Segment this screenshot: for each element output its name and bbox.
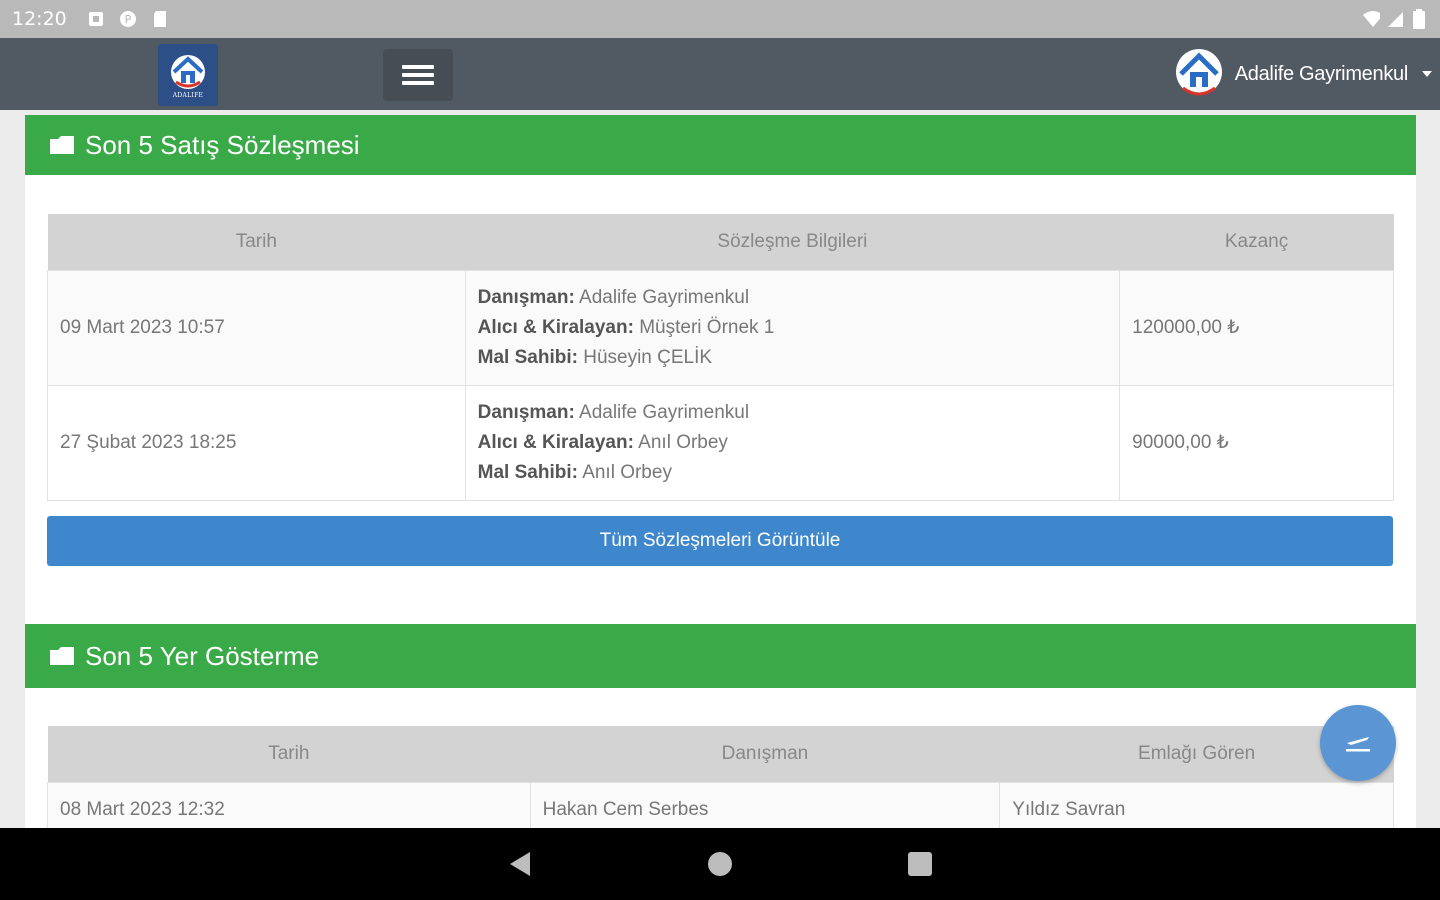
sales-table: Tarih Sözleşme Bilgileri Kazanç 09 Mart … [47,214,1394,501]
navigation-bar [0,828,1440,900]
buyer-value: Anıl Orbey [638,431,728,453]
house-logo-icon [171,54,205,89]
row-advisor: Hakan Cem Serbes [529,781,1001,828]
wifi-icon [1362,10,1380,28]
showings-panel: Son 5 Yer Gösterme Tarih Danışman Emlağı… [25,624,1416,828]
column-header-date: Tarih [47,214,466,270]
status-time: 12:20 [12,8,67,30]
floating-action-button[interactable] [1320,705,1396,781]
logo[interactable]: ADALIFE [158,44,218,106]
recents-square-icon [908,852,932,876]
battery-icon [1410,9,1428,29]
advisor-value: Adalife Gayrimenkul [579,401,750,423]
buyer-value: Müşteri Örnek 1 [639,316,775,338]
owner-value: Hüseyin ÇELİK [583,346,713,368]
main-content: Son 5 Satış Sözleşmesi Tarih Sözleşme Bi… [0,110,1440,828]
logo-text: ADALIFE [172,91,204,99]
row-contract-info: Danışman: Adalife Gayrimenkul Alıcı & Ki… [464,384,1121,501]
row-earning: 90000,00 ₺ [1119,384,1394,501]
back-triangle-icon [510,852,530,876]
column-header-contract-info: Sözleşme Bilgileri [465,214,1120,270]
column-header-advisor: Danışman [530,726,1000,782]
table-row[interactable]: 09 Mart 2023 10:57 Danışman: Adalife Gay… [47,269,1394,386]
notification-icon [87,10,105,28]
user-name: Adalife Gayrimenkul [1234,62,1409,85]
plane-landing-icon [1346,737,1370,752]
view-all-contracts-button[interactable]: Tüm Sözleşmeleri Görüntüle [47,516,1393,566]
row-contract-info: Danışman: Adalife Gayrimenkul Alıcı & Ki… [464,269,1121,386]
svg-text:P: P [124,13,131,26]
home-button[interactable] [700,844,740,884]
avatar [1173,46,1225,102]
showings-table: Tarih Danışman Emlağı Gören 08 Mart 2023… [47,726,1394,828]
showings-panel-title: Son 5 Yer Gösterme [85,640,320,671]
showings-panel-header: Son 5 Yer Gösterme [25,624,1416,688]
table-row[interactable]: 27 Şubat 2023 18:25 Danışman: Adalife Ga… [47,384,1394,501]
chevron-down-icon [1422,71,1432,77]
recents-button[interactable] [900,844,940,884]
home-circle-icon [708,852,732,876]
menu-button[interactable] [383,49,453,101]
row-date: 09 Mart 2023 10:57 [47,269,466,386]
app-header: ADALIFE Adalife Gayrimenkul [0,38,1440,110]
row-earning: 120000,00 ₺ [1119,269,1394,386]
row-viewer: Yıldız Savran [999,781,1394,828]
hamburger-icon [402,65,434,85]
column-header-earning: Kazanç [1119,214,1394,270]
owner-value: Anıl Orbey [582,461,672,483]
sd-card-icon [151,10,169,28]
user-menu[interactable]: Adalife Gayrimenkul [1173,46,1432,102]
table-row[interactable]: 08 Mart 2023 12:32 Hakan Cem Serbes Yıld… [47,781,1394,828]
parking-icon: P [119,10,137,28]
folder-icon [49,135,75,155]
folder-icon [49,646,75,666]
row-date: 08 Mart 2023 12:32 [47,781,531,828]
house-avatar-icon [1175,49,1222,96]
row-date: 27 Şubat 2023 18:25 [47,384,466,501]
status-bar: 12:20 P [0,0,1440,38]
advisor-value: Adalife Gayrimenkul [579,286,750,308]
signal-icon [1386,10,1404,28]
back-button[interactable] [500,844,540,884]
column-header-date: Tarih [47,726,531,782]
sales-panel-header: Son 5 Satış Sözleşmesi [25,115,1416,175]
sales-panel-title: Son 5 Satış Sözleşmesi [85,129,360,160]
sales-panel: Son 5 Satış Sözleşmesi Tarih Sözleşme Bi… [25,115,1416,701]
